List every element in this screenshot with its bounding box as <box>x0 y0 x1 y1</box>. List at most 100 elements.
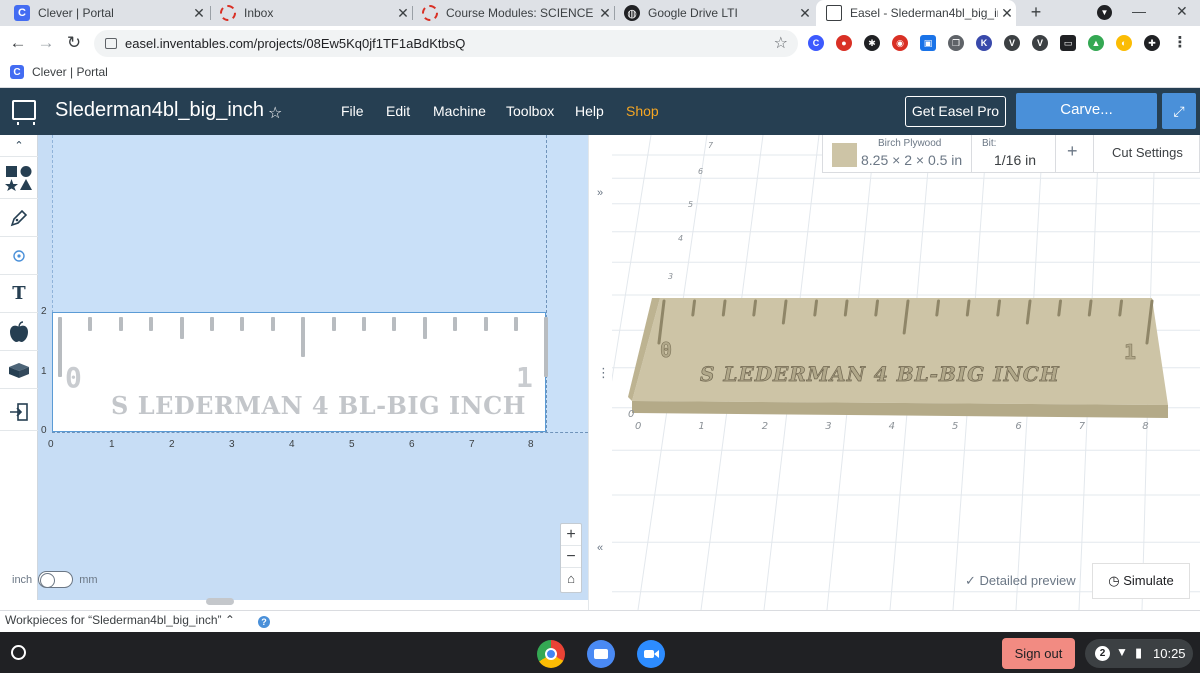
drive-ext-icon[interactable]: ▲ <box>1088 35 1104 51</box>
workpieces-label: Workpieces for “Slederman4bl_big_inch” <box>5 613 222 627</box>
tab-title: Google Drive LTI <box>648 6 738 20</box>
project-title[interactable]: Slederman4bl_big_inch <box>55 99 264 122</box>
tab-inbox[interactable]: Inbox ✕ <box>210 0 412 26</box>
home-icon[interactable]: ⌂ <box>561 568 581 590</box>
window-close-icon[interactable]: ✕ <box>1176 3 1188 20</box>
tab-course-modules[interactable]: Course Modules: SCIENCE 6 - ( ✕ <box>412 0 614 26</box>
help-icon[interactable]: ? <box>258 616 270 628</box>
close-icon[interactable]: ✕ <box>394 5 412 22</box>
bookmark-label: Clever | Portal <box>32 65 108 79</box>
shield-v2-ext-icon[interactable]: V <box>1032 35 1048 51</box>
bookmark-star-icon[interactable]: ☆ <box>774 33 788 53</box>
tab-search-icon[interactable]: ▼ <box>1097 5 1112 20</box>
ruler-tick <box>58 317 62 377</box>
unit-switch[interactable] <box>38 571 74 588</box>
launcher-icon[interactable] <box>11 645 26 660</box>
zoom-out-button[interactable]: − <box>561 546 581 568</box>
layers-ext-icon[interactable]: ❐ <box>948 35 964 51</box>
material-name[interactable]: Birch Plywood <box>878 138 941 149</box>
add-bit-icon[interactable]: + <box>1067 141 1078 162</box>
forward-icon[interactable]: → <box>35 32 57 54</box>
design-toolbar: ⌃ T <box>0 135 38 600</box>
reload-icon[interactable]: ↻ <box>63 32 85 54</box>
collapse-preview-icon[interactable]: « <box>597 542 603 554</box>
tab-clever-portal[interactable]: C Clever | Portal ✕ <box>4 0 208 26</box>
tab-google-drive[interactable]: ◍ Google Drive LTI ✕ <box>614 0 814 26</box>
url-text[interactable]: easel.inventables.com/projects/08Ew5Kq0j… <box>125 36 465 51</box>
window-ext-icon[interactable]: ▣ <box>920 35 936 51</box>
chrome-icon[interactable] <box>537 640 565 668</box>
menu-toolbox[interactable]: Toolbox <box>506 103 554 119</box>
close-icon[interactable]: ✕ <box>596 5 614 22</box>
drag-handle-icon[interactable]: ⋮ <box>597 365 610 381</box>
new-tab-button[interactable]: + <box>1026 2 1046 23</box>
carve-button[interactable]: Carve... <box>1016 93 1157 129</box>
fullscreen-icon[interactable]: ⤢ <box>1162 93 1196 129</box>
camera-icon[interactable] <box>587 640 615 668</box>
material-swatch[interactable] <box>832 143 857 167</box>
menu-machine[interactable]: Machine <box>433 103 486 119</box>
menu-file[interactable]: File <box>341 103 364 119</box>
colorwheel-ext-icon[interactable]: ◐ <box>1116 35 1132 51</box>
design-canvas[interactable]: 0 1 S LEDERMAN 4 BL-BIG INCH 0 1 2 3 4 5… <box>38 135 588 600</box>
shapes-icon[interactable] <box>0 157 38 199</box>
detailed-preview-toggle[interactable]: ✓ Detailed preview <box>965 573 1076 589</box>
menu-ext-icon[interactable]: ⋮ <box>1172 35 1188 51</box>
ruler-tick <box>210 317 214 331</box>
cut-settings-button[interactable]: Cut Settings <box>1112 145 1183 160</box>
import-icon[interactable] <box>0 393 38 431</box>
3d-preview[interactable]: 0 1 S LEDERMAN 4 BL-BIG INCH 0 1 2 3 4 5 6 7 8 0 3… <box>612 135 1200 610</box>
menu-shop[interactable]: Shop <box>626 103 659 119</box>
monitor-ext-icon[interactable]: ▭ <box>1060 35 1076 51</box>
close-icon[interactable]: ✕ <box>796 5 814 22</box>
sign-out-button[interactable]: Sign out <box>1002 638 1075 669</box>
workpieces-toggle[interactable]: Workpieces for “Slederman4bl_big_inch” ⌃ <box>5 613 235 627</box>
ruler-tick <box>301 317 306 357</box>
panel-divider[interactable]: » ⋮ « <box>588 135 612 610</box>
y-axis-label: 1 <box>41 366 47 377</box>
tab-easel[interactable]: Easel - Slederman4bl_big_inch ✕ <box>816 0 1016 26</box>
zoom-in-button[interactable]: + <box>561 524 581 546</box>
adblock-ext-icon[interactable]: ● <box>836 35 852 51</box>
x-axis-label: 8 <box>528 439 534 450</box>
text-icon[interactable]: T <box>0 275 38 313</box>
horizontal-scrollbar[interactable] <box>206 598 234 605</box>
material-dimensions[interactable]: 8.25 × 2 × 0.5 in <box>861 152 962 168</box>
clever-ext-icon[interactable]: C <box>808 35 824 51</box>
ruler-tick <box>362 317 366 331</box>
cube-icon[interactable] <box>0 351 38 389</box>
get-easel-pro-button[interactable]: Get Easel Pro <box>905 96 1006 127</box>
puzzle-ext-icon[interactable]: ✚ <box>1144 35 1160 51</box>
status-tray[interactable]: 2 ▼ ▮ 10:25 <box>1085 639 1193 668</box>
screencast-ext-icon[interactable]: ◉ <box>892 35 908 51</box>
ruler-tick <box>422 317 427 339</box>
address-bar[interactable]: easel.inventables.com/projects/08Ew5Kq0j… <box>94 30 798 57</box>
collapse-icon[interactable]: ⌃ <box>0 135 38 157</box>
back-icon[interactable]: ← <box>7 32 29 54</box>
ruler-digit-one: 1 <box>516 361 533 394</box>
simulate-button[interactable]: ◷ Simulate <box>1092 563 1190 599</box>
menu-edit[interactable]: Edit <box>386 103 410 119</box>
zoom-app-icon[interactable] <box>637 640 665 668</box>
close-icon[interactable]: ✕ <box>190 5 208 22</box>
minimize-icon[interactable]: — <box>1132 3 1146 19</box>
x-axis-label: 5 <box>349 439 355 450</box>
target-icon[interactable] <box>0 237 38 275</box>
clock-icon: ◷ <box>1108 573 1120 588</box>
expand-preview-icon[interactable]: » <box>597 187 603 199</box>
ruler-tick <box>88 317 93 331</box>
menu-help[interactable]: Help <box>575 103 604 119</box>
site-info-icon[interactable] <box>105 38 117 49</box>
pen-icon[interactable] <box>0 199 38 237</box>
k-ext-icon[interactable]: K <box>976 35 992 51</box>
easel-logo-icon[interactable] <box>12 100 36 125</box>
easel-icon <box>826 5 842 21</box>
apple-icon[interactable] <box>0 313 38 351</box>
shield-v-ext-icon[interactable]: V <box>1004 35 1020 51</box>
bit-value[interactable]: 1/16 in <box>994 152 1036 168</box>
puzzle-dark-ext-icon[interactable]: ✱ <box>864 35 880 51</box>
ruler-workpiece[interactable]: 0 1 S LEDERMAN 4 BL-BIG INCH <box>52 312 549 432</box>
close-icon[interactable]: ✕ <box>998 5 1016 22</box>
bookmark-clever-portal[interactable]: C Clever | Portal <box>10 65 108 79</box>
favorite-star-icon[interactable]: ☆ <box>268 103 282 123</box>
